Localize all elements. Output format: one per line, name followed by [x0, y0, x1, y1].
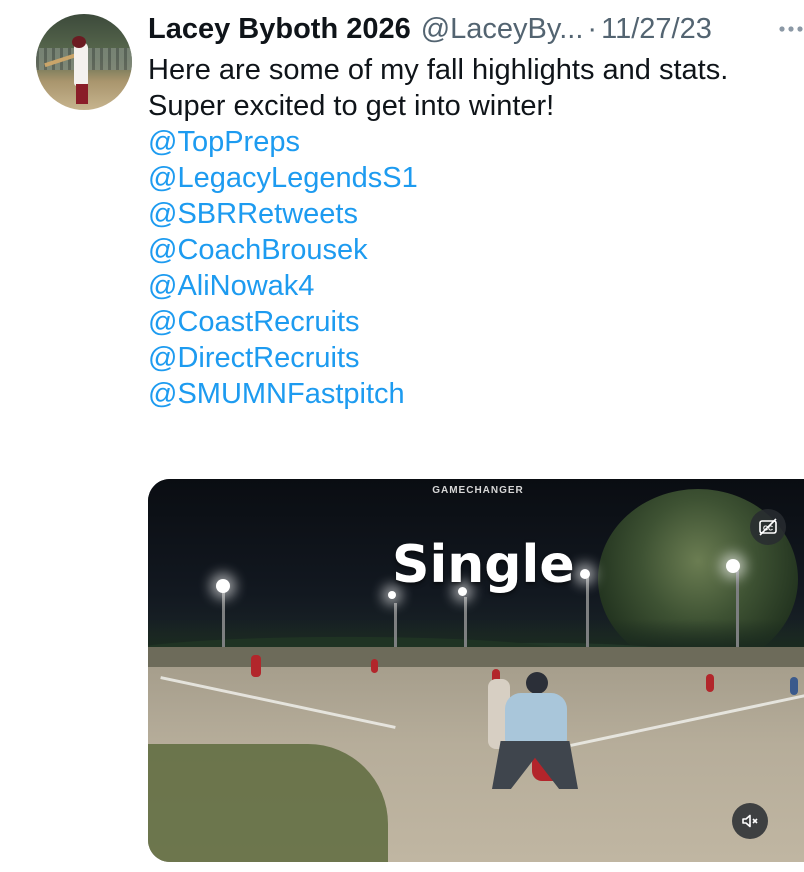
avatar-player — [74, 42, 88, 86]
mention-link[interactable]: @TopPreps — [148, 124, 728, 160]
stadium-light — [216, 579, 230, 593]
mention-link[interactable]: @SMUMNFastpitch — [148, 376, 728, 412]
video-player[interactable]: GAMECHANGER Single CC — [148, 479, 804, 862]
video-overlay-text: Single — [392, 535, 575, 595]
author-name[interactable]: Lacey Byboth 2026 — [148, 13, 411, 46]
mention-link[interactable]: @SBRRetweets — [148, 196, 728, 232]
umpire-head — [526, 672, 548, 694]
video-watermark: GAMECHANGER — [432, 485, 524, 496]
mention-link[interactable]: @CoachBrousek — [148, 232, 728, 268]
light-pole — [736, 571, 739, 657]
tweet-body: Here are some of my fall highlights and … — [148, 52, 728, 412]
mention-link[interactable]: @AliNowak4 — [148, 268, 728, 304]
separator-dot: · — [587, 12, 598, 45]
spectator — [790, 677, 798, 695]
light-pole — [222, 591, 225, 651]
fielder — [251, 655, 261, 677]
light-pole — [586, 575, 589, 655]
captions-off-icon[interactable]: CC — [750, 509, 786, 545]
stadium-light — [726, 559, 740, 573]
more-dots-icon[interactable] — [778, 16, 804, 42]
mention-link[interactable]: @LegacyLegendsS1 — [148, 160, 728, 196]
author-handle[interactable]: @LaceyBy... — [421, 13, 584, 46]
tweet-text-line: Super excited to get into winter! — [148, 90, 555, 122]
tweet-text-line: Here are some of my fall highlights and … — [148, 54, 729, 86]
light-pole — [464, 597, 467, 653]
avatar-helmet — [72, 36, 86, 48]
volume-muted-icon[interactable] — [732, 803, 768, 839]
stadium-light — [580, 569, 590, 579]
umpire — [505, 693, 567, 745]
avatar-legs — [76, 84, 88, 104]
fielder — [371, 659, 378, 673]
avatar[interactable] — [36, 14, 132, 110]
video-grass — [148, 744, 388, 862]
tweet-date[interactable]: 11/27/23 — [601, 13, 712, 46]
mention-link[interactable]: @DirectRecruits — [148, 340, 728, 376]
tweet[interactable]: Lacey Byboth 2026 @LaceyBy... · 11/27/23… — [0, 0, 804, 872]
fielder — [706, 674, 714, 692]
tweet-header: Lacey Byboth 2026 @LaceyBy... · 11/27/23 — [148, 9, 712, 49]
mention-link[interactable]: @CoastRecruits — [148, 304, 728, 340]
light-pole — [394, 603, 397, 653]
